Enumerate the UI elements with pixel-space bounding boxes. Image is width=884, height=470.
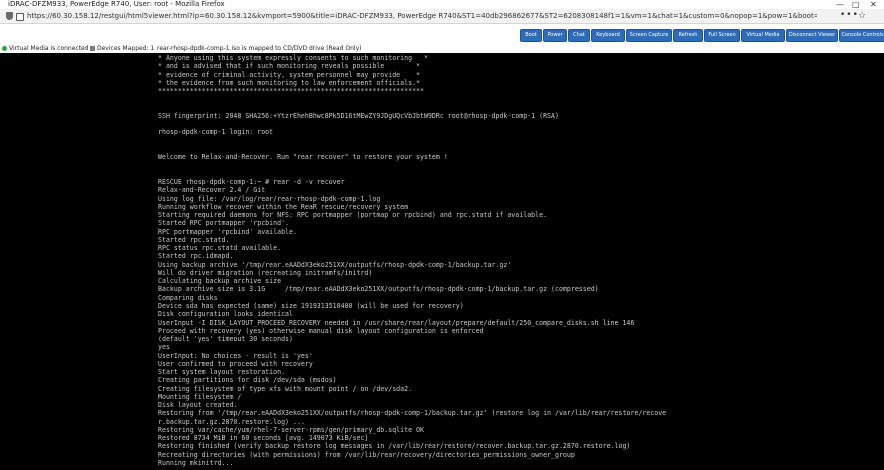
viewer-toolbar: Boot Power Chat Keyboard Screen Capture … [0, 24, 884, 44]
console-line: Restoring finished (verify backup restor… [158, 442, 631, 451]
console-line: Using backup archive '/tmp/rear.eAADdX3e… [158, 260, 512, 269]
console-line: UserInput -I DISK_LAYOUT_PROCEED_RECOVER… [158, 318, 635, 327]
device-icon [90, 46, 95, 51]
console-line: Relax-and-Recover 2.4 / Git [158, 186, 266, 195]
console-line: Welcome to Relax-and-Recover. Run "rear … [158, 153, 448, 162]
bookmark-star-icon[interactable]: ☆ [858, 10, 866, 22]
console-line: User confirmed to proceed with recovery [158, 359, 313, 368]
console-line: Restoring from '/tmp/rear.eAADdX3eko251X… [158, 409, 667, 418]
devices-mapped-count: Devices Mapped: 1 [97, 45, 155, 52]
console-line: Disk configuration looks identical [158, 310, 293, 319]
console-line: Started rpc.statd. [158, 235, 230, 244]
console-line: Mounting filesystem / [158, 392, 242, 401]
window-titlebar: iDRAC-DFZM933, PowerEdge R740, User: roo… [0, 0, 884, 9]
console-line: Creating partitions for disk /dev/sda (m… [158, 376, 337, 385]
chat-button[interactable]: Chat [568, 29, 590, 42]
console-screen[interactable]: * Anyone using this system expressly con… [0, 53, 884, 470]
console-controls-button[interactable]: Console Controls [839, 29, 884, 42]
console-line: Started rpc.idmapd. [158, 252, 234, 261]
console-line: r.backup.tar.gz.2870.restore.log) ... [158, 417, 305, 426]
console-line: Proceed with recovery (yes) otherwise ma… [158, 326, 484, 335]
virtual-media-status: Virtual Media is connected [9, 45, 89, 52]
console-line: rhosp-dpdk-comp-1 login: root [158, 128, 274, 137]
console-line: * the evidence from such monitoring to l… [158, 78, 421, 87]
minimize-button[interactable]: — [836, 0, 844, 9]
maximize-button[interactable]: □ [852, 0, 860, 9]
console-line: Creating filesystem of type xfs with mou… [158, 384, 413, 393]
console-line: Started RPC portmapper 'rpcbind'. [158, 219, 290, 228]
address-bar[interactable]: https://60.30.158.12/restgui/html5viewer… [0, 9, 884, 24]
url-field[interactable]: https://60.30.158.12/restgui/html5viewer… [27, 9, 817, 23]
console-line: Running mkinitrd... [158, 459, 234, 468]
console-line: yes [158, 343, 170, 352]
page-actions-menu-icon[interactable]: ••• [840, 9, 859, 21]
close-window-button[interactable]: ✕ [870, 0, 877, 9]
console-line: Comparing disks [158, 293, 218, 302]
console-line: Running workflow recover within the ReaR… [158, 202, 409, 211]
console-line: SSH fingerprint: 2048 SHA256:+YtzrEhehBh… [158, 111, 559, 120]
console-line: ****************************************… [158, 87, 424, 96]
console-line: Recreating directories (with permissions… [158, 450, 575, 459]
power-button[interactable]: Power [543, 29, 567, 42]
boot-button[interactable]: Boot [520, 29, 542, 42]
console-line: Disk layout created. [158, 401, 238, 410]
shield-icon[interactable] [6, 12, 13, 20]
console-line: Restored 8734 MiB in 60 seconds [avg. 14… [158, 434, 369, 443]
console-line: Restoring var/cache/yum/rhel-7-server-rp… [158, 425, 424, 434]
mapped-device-info: rear-rhosp-dpdk-comp-1.iso is mapped to … [157, 45, 362, 52]
refresh-button[interactable]: Refresh [673, 29, 703, 42]
console-line: Using log file: /var/log/rear/rear-rhosp… [158, 194, 381, 203]
virtual-media-button[interactable]: Virtual Media [741, 29, 785, 42]
console-line: Device sda has expected (same) size 1919… [158, 301, 464, 310]
screen-capture-button[interactable]: Screen Capture [626, 29, 672, 42]
console-line: * evidence of criminal activity, system … [158, 70, 421, 79]
status-bar: Virtual Media is connected Devices Mappe… [0, 44, 884, 53]
console-line: (default 'yes' timeout 30 seconds) [158, 335, 293, 344]
disconnect-viewer-button[interactable]: Disconnect Viewer [786, 29, 838, 42]
console-line: Starting required daemons for NFS: RPC p… [158, 211, 548, 220]
console-line: RPC portmapper 'rpcbind' available. [158, 227, 297, 236]
window-title: iDRAC-DFZM933, PowerEdge R740, User: roo… [8, 0, 225, 8]
console-line: * Anyone using this system expressly con… [158, 54, 428, 62]
console-line: Will do driver migration (recreating ini… [158, 268, 373, 277]
console-line: Backup archive size is 3.1G /tmp/rear.eA… [158, 285, 599, 294]
connected-status-icon [2, 46, 7, 51]
console-line: * and is advised that if such monitoring… [158, 62, 421, 71]
console-line: Calculating backup archive size [158, 277, 282, 286]
full-screen-button[interactable]: Full Screen [704, 29, 740, 42]
console-line: RESCUE rhosp-dpdk-comp-1:~ # rear -d -v … [158, 177, 345, 186]
lock-icon[interactable] [16, 13, 24, 21]
keyboard-button[interactable]: Keyboard [591, 29, 625, 42]
console-line: RPC status rpc.statd available. [158, 244, 282, 253]
console-output: * Anyone using this system expressly con… [158, 54, 666, 467]
console-line: Start system layout restoration. [158, 368, 286, 377]
console-line: UserInput: No choices - result is 'yes' [158, 351, 313, 360]
